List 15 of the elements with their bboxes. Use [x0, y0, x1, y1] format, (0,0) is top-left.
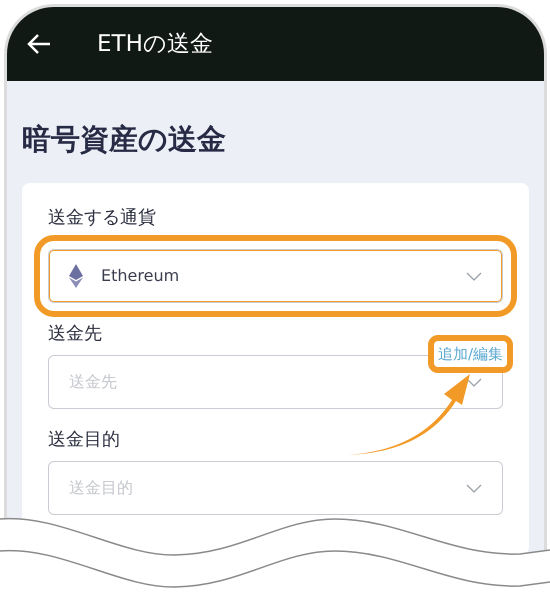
field-label: 送金先 [48, 325, 102, 344]
field-label: 送金する通貨 [48, 209, 156, 228]
back-icon[interactable] [27, 33, 51, 55]
chevron-down-icon [466, 484, 482, 493]
placeholder-text: 送金目的 [69, 477, 134, 500]
select-value: Ethereum [101, 265, 180, 288]
placeholder-text: 送金先 [69, 371, 118, 394]
field-label: 送金目的 [48, 431, 120, 450]
screen-title: ETHの送金 [97, 30, 213, 59]
add-edit-link[interactable]: 追加/編集 [434, 340, 507, 368]
page-title: 暗号資産の送金 [22, 121, 227, 158]
select-field[interactable]: 送金目的 [48, 461, 503, 516]
chevron-down-icon [466, 378, 482, 387]
chevron-down-icon [466, 272, 482, 281]
diamond-icon [69, 264, 83, 288]
